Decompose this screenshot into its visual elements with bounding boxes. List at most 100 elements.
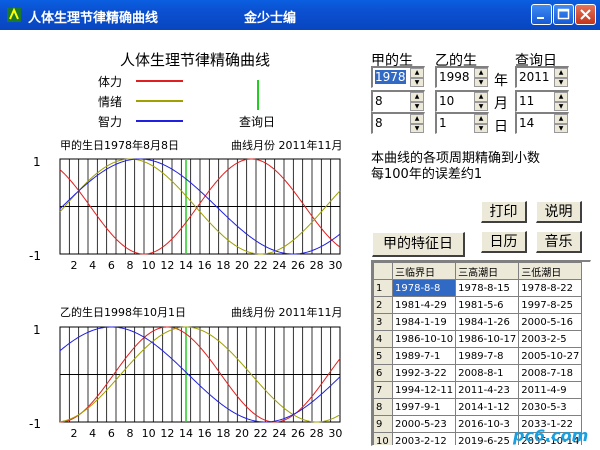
row-number: 9 <box>373 415 393 433</box>
query-year-spinner[interactable]: 2011 ▲ ▼ <box>515 66 569 88</box>
table-cell[interactable]: 2000-5-23 <box>391 415 457 433</box>
chart-b-ytop: 1 <box>33 323 41 337</box>
spinner-arrows[interactable]: ▲ ▼ <box>554 92 568 111</box>
yi-day-value[interactable]: 1 <box>439 116 447 130</box>
table-cell[interactable]: 1981-4-29 <box>391 296 457 314</box>
table-cell[interactable]: 2005-10-27 <box>518 347 583 365</box>
query-day-spinner[interactable]: 14 ▲ ▼ <box>515 112 569 134</box>
note-line-2: 每100年的误差约1 <box>371 167 483 182</box>
row-number: 5 <box>373 347 393 365</box>
table-cell[interactable]: 1984-1-19 <box>391 313 457 331</box>
query-day-value[interactable]: 14 <box>519 116 534 130</box>
legend-emotional-line <box>136 100 183 102</box>
table-row[interactable]: 3 1984-1-19 1984-1-26 2000-5-16 <box>373 313 583 331</box>
spinner-arrows[interactable]: ▲ ▼ <box>474 68 488 87</box>
table-cell[interactable]: 2003-2-5 <box>518 330 583 348</box>
table-cell[interactable]: 2003-2-12 <box>391 432 457 445</box>
spinner-arrows[interactable]: ▲ ▼ <box>410 114 424 133</box>
table-cell[interactable]: 1984-1-26 <box>455 313 520 331</box>
legend-physical-line <box>136 80 183 82</box>
yi-month-value[interactable]: 10 <box>439 94 454 108</box>
calendar-button[interactable]: 日历 <box>481 231 527 253</box>
table-row[interactable]: 1 1978-8-8 1978-8-15 1978-8-22 <box>373 279 583 297</box>
spinner-arrows[interactable]: ▲ ▼ <box>554 68 568 87</box>
spinner-arrows[interactable]: ▲ ▼ <box>474 92 488 111</box>
feature-day-table[interactable]: 三临界日 三高潮日 三低潮日 1 1978-8-8 1978-8-15 1978-8-… <box>371 260 591 446</box>
row-number: 6 <box>373 364 393 382</box>
spinner-arrows[interactable]: ▲ ▼ <box>554 114 568 133</box>
jia-year-value[interactable]: 1978 <box>375 70 406 84</box>
table-cell[interactable]: 1992-3-22 <box>391 364 457 382</box>
window-subtitle: 金少士编 <box>244 11 297 26</box>
table-cell[interactable]: 2011-4-23 <box>455 381 520 399</box>
x-tick-label: 18 <box>216 427 230 440</box>
x-tick-label: 16 <box>198 427 212 440</box>
table-row[interactable]: 4 1986-10-10 1986-10-17 2003-2-5 <box>373 330 583 348</box>
x-tick-label: 30 <box>328 427 342 440</box>
jia-month-spinner[interactable]: 8 ▲ ▼ <box>371 90 425 112</box>
yi-month-spinner[interactable]: 10 ▲ ▼ <box>435 90 489 112</box>
column-header-critical[interactable]: 三临界日 <box>391 262 457 280</box>
chart-a-ybottom: -1 <box>29 249 41 263</box>
column-header-low[interactable]: 三低潮日 <box>518 262 583 280</box>
column-header-high[interactable]: 三高潮日 <box>455 262 520 280</box>
table-row[interactable]: 8 1997-9-1 2014-1-12 2030-5-3 <box>373 398 583 416</box>
x-tick-label: 2 <box>71 427 78 440</box>
x-tick-label: 26 <box>291 259 305 272</box>
table-row[interactable]: 7 1994-12-11 2011-4-23 2011-4-9 <box>373 381 583 399</box>
table-cell[interactable]: 1989-7-8 <box>455 347 520 365</box>
query-year-value[interactable]: 2011 <box>519 70 550 84</box>
jia-year-spinner[interactable]: 1978 ▲ ▼ <box>371 66 425 88</box>
table-cell[interactable]: 1978-8-8 <box>391 279 457 297</box>
minimize-icon <box>537 17 544 19</box>
table-cell[interactable]: 2011-4-9 <box>518 381 583 399</box>
feature-day-button[interactable]: 甲的特征日 <box>372 232 465 257</box>
jia-day-value[interactable]: 8 <box>375 116 383 130</box>
help-button[interactable]: 说明 <box>536 201 582 223</box>
table-cell[interactable]: 2014-1-12 <box>455 398 520 416</box>
spinner-arrows[interactable]: ▲ ▼ <box>474 114 488 133</box>
x-tick-label: 28 <box>310 427 324 440</box>
table-cell[interactable]: 1986-10-17 <box>455 330 520 348</box>
x-tick-label: 8 <box>127 259 134 272</box>
minimize-button[interactable] <box>531 4 552 25</box>
table-cell[interactable]: 1989-7-1 <box>391 347 457 365</box>
table-cell[interactable]: 2019-6-25 <box>455 432 520 445</box>
table-row[interactable]: 6 1992-3-22 2008-8-1 2008-7-18 <box>373 364 583 382</box>
year-unit-label: 年 <box>494 73 508 89</box>
close-icon <box>580 9 591 20</box>
row-number: 3 <box>373 313 393 331</box>
jia-month-value[interactable]: 8 <box>375 94 383 108</box>
yi-year-value[interactable]: 1998 <box>439 70 470 84</box>
table-cell[interactable]: 2008-8-1 <box>455 364 520 382</box>
table-cell[interactable]: 1994-12-11 <box>391 381 457 399</box>
yi-day-spinner[interactable]: 1 ▲ ▼ <box>435 112 489 134</box>
table-cell[interactable]: 1978-8-15 <box>455 279 520 297</box>
table-cell[interactable]: 1997-8-25 <box>518 296 583 314</box>
jia-day-spinner[interactable]: 8 ▲ ▼ <box>371 112 425 134</box>
window-title: 人体生理节律精确曲线 <box>28 11 159 26</box>
x-tick-label: 4 <box>89 427 96 440</box>
table-cell[interactable]: 2008-7-18 <box>518 364 583 382</box>
table-cell[interactable]: 2030-5-3 <box>518 398 583 416</box>
query-month-spinner[interactable]: 11 ▲ ▼ <box>515 90 569 112</box>
query-month-value[interactable]: 11 <box>519 94 534 108</box>
x-tick-label: 24 <box>272 427 286 440</box>
month-unit-label: 月 <box>494 96 508 112</box>
spinner-arrows[interactable]: ▲ ▼ <box>410 68 424 87</box>
table-cell[interactable]: 2000-5-16 <box>518 313 583 331</box>
app-icon <box>7 7 21 22</box>
table-cell[interactable]: 1986-10-10 <box>391 330 457 348</box>
music-button[interactable]: 音乐 <box>536 231 582 253</box>
maximize-button[interactable] <box>553 4 574 25</box>
table-cell[interactable]: 1978-8-22 <box>518 279 583 297</box>
spinner-arrows[interactable]: ▲ ▼ <box>410 92 424 111</box>
table-cell[interactable]: 1981-5-6 <box>455 296 520 314</box>
yi-year-spinner[interactable]: 1998 ▲ ▼ <box>435 66 489 88</box>
table-row[interactable]: 5 1989-7-1 1989-7-8 2005-10-27 <box>373 347 583 365</box>
print-button[interactable]: 打印 <box>481 201 527 223</box>
table-cell[interactable]: 1997-9-1 <box>391 398 457 416</box>
close-button[interactable] <box>575 4 596 25</box>
table-row[interactable]: 2 1981-4-29 1981-5-6 1997-8-25 <box>373 296 583 314</box>
table-cell[interactable]: 2016-10-3 <box>455 415 520 433</box>
